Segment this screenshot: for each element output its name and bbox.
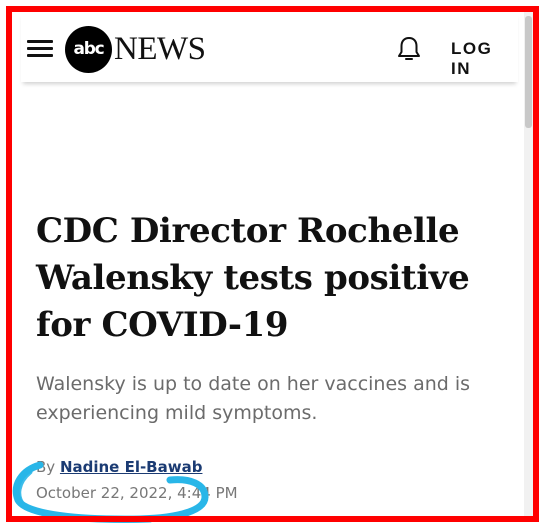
abc-logo-circle: abc — [65, 25, 112, 73]
abc-news-logo[interactable]: abc NEWS — [65, 25, 206, 73]
notification-bell-icon[interactable] — [396, 35, 422, 63]
article-headline: CDC Director Rochelle Walensky tests pos… — [36, 211, 470, 345]
author-link[interactable]: Nadine El-Bawab — [60, 458, 203, 476]
hamburger-menu-icon[interactable] — [27, 40, 53, 58]
article-subheadline: Walensky is up to date on her vaccines a… — [36, 373, 471, 424]
site-header: abc NEWS LOG IN — [21, 12, 518, 82]
byline-prefix: By — [36, 458, 60, 476]
scrollbar-thumb[interactable] — [525, 16, 532, 128]
news-wordmark: NEWS — [114, 30, 206, 67]
byline: By Nadine El-Bawab — [36, 458, 202, 476]
vertical-scrollbar[interactable] — [524, 12, 533, 516]
publish-timestamp: October 22, 2022, 4:44 PM — [36, 484, 238, 502]
browser-viewport: abc NEWS LOG IN CDC Director Rochelle Wa… — [12, 12, 533, 516]
login-button[interactable]: LOG IN — [451, 39, 518, 79]
